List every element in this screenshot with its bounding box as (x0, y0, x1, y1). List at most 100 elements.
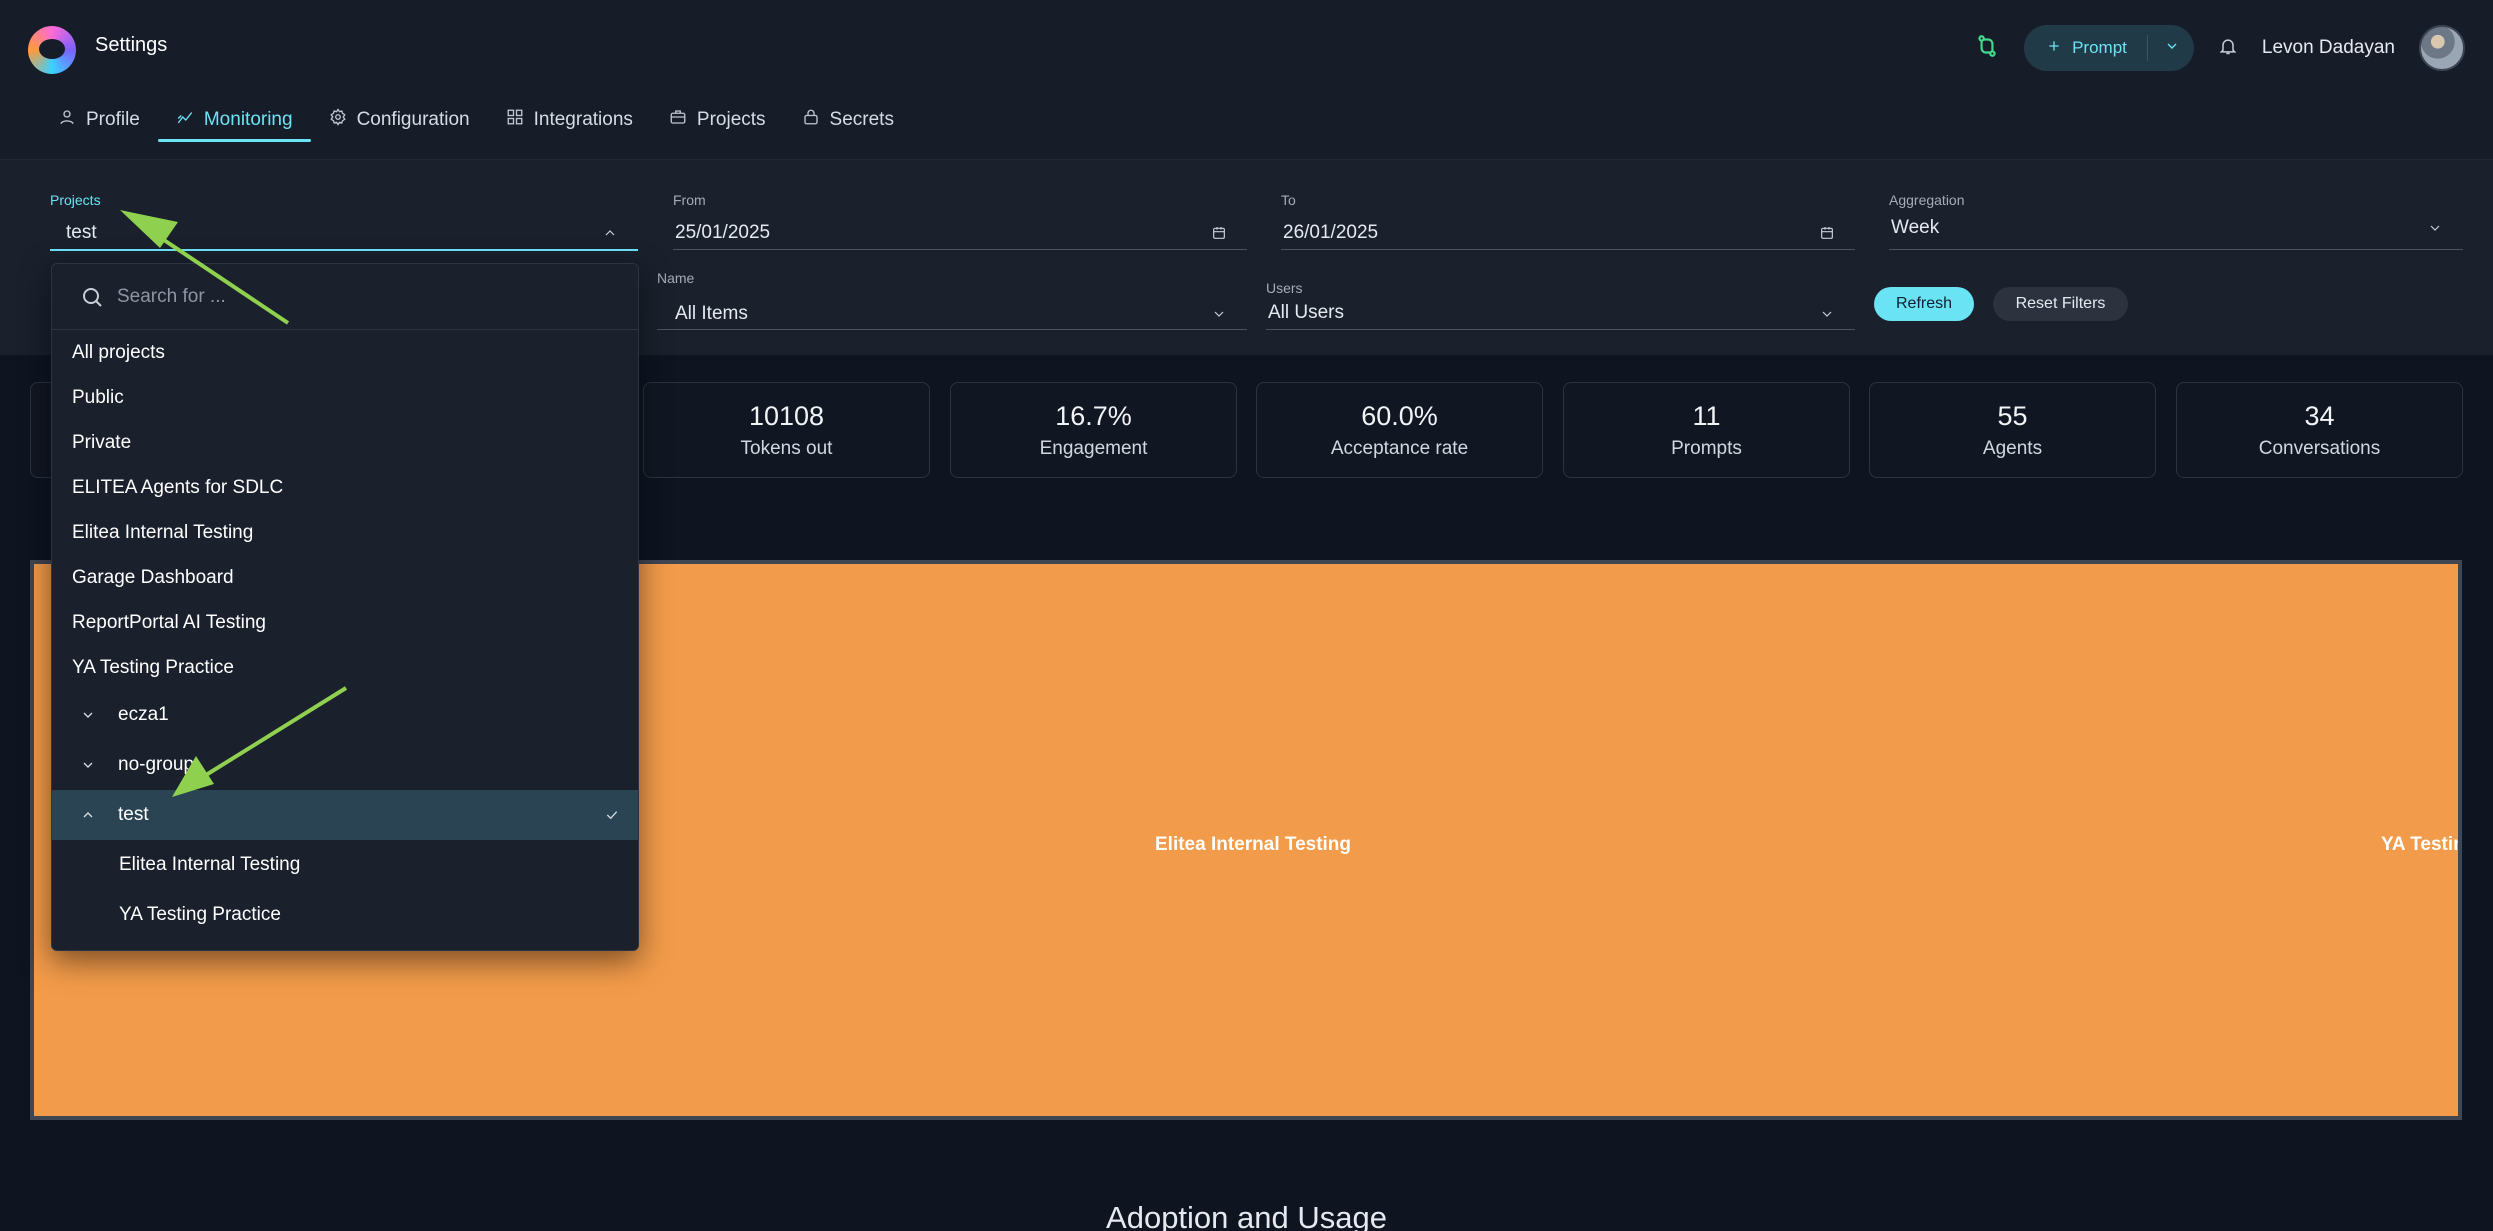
check-icon (604, 807, 620, 829)
dropdown-group-ecza1[interactable]: ecza1 (52, 690, 638, 740)
chevron-up-icon (83, 812, 93, 818)
app-root: Settings Profile Monitoring Configuratio… (0, 0, 2493, 1231)
dropdown-group-no-group[interactable]: no-group (52, 740, 638, 790)
refresh-button[interactable]: Refresh (1874, 287, 1974, 321)
stat-value: 10108 (748, 401, 825, 431)
name-label: Name (657, 270, 695, 286)
stat-value: 16.7% (1055, 401, 1132, 431)
tab-label: Monitoring (203, 109, 293, 130)
name-value: All Items (675, 303, 748, 324)
projects-dropdown: All projects Public Private ELITEA Agent… (51, 263, 639, 951)
tab-label: Projects (696, 109, 766, 130)
tab-secrets[interactable]: Secrets (784, 100, 912, 140)
aggregation-underline (1889, 249, 2463, 250)
page-title: Settings (95, 34, 168, 56)
tab-label: Secrets (829, 109, 894, 130)
stat-label: Conversations (2258, 438, 2381, 459)
tab-integrations[interactable]: Integrations (488, 100, 651, 140)
stat-card-acceptance-rate: 60.0% Acceptance rate (1256, 382, 1543, 478)
stat-value: 55 (1997, 401, 2028, 431)
dropdown-item-garage-dashboard[interactable]: Garage Dashboard (52, 555, 638, 600)
chevron-down-icon[interactable] (1819, 306, 1835, 327)
monitoring-icon (176, 108, 194, 132)
search-input[interactable] (117, 278, 597, 316)
reset-filters-button[interactable]: Reset Filters (1993, 287, 2128, 321)
chevron-down-icon[interactable] (2164, 38, 2180, 59)
projects-underline (50, 249, 638, 251)
stat-label: Tokens out (740, 438, 833, 459)
treemap-label: YA Testing (2381, 834, 2458, 855)
from-label: From (673, 192, 706, 208)
from-underline (673, 249, 1247, 250)
chevron-up-icon[interactable] (602, 225, 618, 246)
dropdown-group-test[interactable]: test (52, 790, 638, 840)
tab-monitoring[interactable]: Monitoring (157, 100, 311, 142)
projects-select[interactable]: Projects test (50, 192, 638, 252)
dropdown-subitem-elitea-internal-testing[interactable]: Elitea Internal Testing (52, 840, 638, 890)
aggregation-label: Aggregation (1889, 192, 1965, 208)
stat-value: 34 (2304, 401, 2335, 431)
avatar[interactable] (2419, 25, 2465, 71)
dropdown-item-private[interactable]: Private (52, 420, 638, 465)
grid-icon (506, 108, 524, 132)
calendar-icon[interactable] (1211, 225, 1227, 246)
stat-label: Acceptance rate (1330, 438, 1469, 459)
plus-icon (2046, 38, 2062, 59)
briefcase-icon (669, 108, 687, 132)
chevron-down-icon[interactable] (2427, 220, 2443, 241)
settings-tabs: Profile Monitoring Configuration Integra… (40, 100, 912, 142)
dropdown-subitem-ya-testing-practice[interactable]: YA Testing Practice (52, 890, 638, 940)
stat-value: 11 (1692, 401, 1721, 431)
users-label: Users (1266, 280, 1303, 296)
tab-label: Integrations (533, 109, 633, 130)
to-value: 26/01/2025 (1283, 222, 1379, 243)
users-value: All Users (1268, 302, 1345, 323)
stat-label: Prompts (1671, 438, 1742, 459)
treemap-label: Elitea Internal Testing (1155, 834, 1352, 855)
tab-projects[interactable]: Projects (651, 100, 784, 140)
chevron-down-icon (83, 712, 93, 718)
section-title: Adoption and Usage (1106, 1200, 1387, 1231)
stat-card-tokens-out: 10108 Tokens out (643, 382, 930, 478)
calendar-icon[interactable] (1819, 225, 1835, 246)
chevron-down-icon[interactable] (1211, 306, 1227, 327)
tab-label: Profile (86, 109, 140, 130)
dropdown-item-public[interactable]: Public (52, 375, 638, 420)
stat-label: Engagement (1039, 438, 1148, 459)
group-label: no-group (118, 754, 195, 775)
group-label: test (118, 804, 149, 825)
users-select[interactable]: Users All Users (1266, 280, 1855, 332)
from-value: 25/01/2025 (675, 222, 771, 243)
user-name: Levon Dadayan (2261, 37, 2395, 58)
group-label: ecza1 (118, 704, 169, 725)
dropdown-search (52, 264, 638, 330)
aggregation-select[interactable]: Aggregation Week (1889, 192, 2463, 252)
from-date-field[interactable]: From 25/01/2025 (673, 192, 1247, 252)
lock-icon (802, 108, 820, 132)
app-logo[interactable] (28, 26, 76, 74)
dropdown-item-elitea-agents-sdlc[interactable]: ELITEA Agents for SDLC (52, 465, 638, 510)
stat-label: Agents (1982, 438, 2043, 459)
dropdown-item-ya-testing-practice[interactable]: YA Testing Practice (52, 645, 638, 690)
bell-icon[interactable] (2218, 36, 2238, 61)
dropdown-item-elitea-internal-testing[interactable]: Elitea Internal Testing (52, 510, 638, 555)
to-date-field[interactable]: To 26/01/2025 (1281, 192, 1855, 252)
aggregation-value: Week (1891, 217, 1940, 238)
name-underline (657, 329, 1247, 330)
projects-value: test (66, 222, 97, 243)
stat-card-prompts: 11 Prompts (1563, 382, 1850, 478)
prompt-button[interactable]: Prompt (2024, 25, 2194, 71)
dropdown-item-all-projects[interactable]: All projects (52, 330, 638, 375)
stat-card-agents: 55 Agents (1869, 382, 2156, 478)
stat-value: 60.0% (1361, 401, 1438, 431)
header-actions: Prompt Levon Dadayan (1974, 22, 2465, 74)
to-underline (1281, 249, 1855, 250)
flow-icon[interactable] (1974, 33, 2000, 64)
tab-label: Configuration (356, 109, 470, 130)
name-select[interactable]: Name All Items (657, 270, 1247, 330)
tab-configuration[interactable]: Configuration (311, 100, 488, 140)
user-icon (58, 108, 76, 132)
dropdown-item-reportportal-ai-testing[interactable]: ReportPortal AI Testing (52, 600, 638, 645)
to-label: To (1281, 192, 1296, 208)
tab-profile[interactable]: Profile (40, 100, 158, 140)
